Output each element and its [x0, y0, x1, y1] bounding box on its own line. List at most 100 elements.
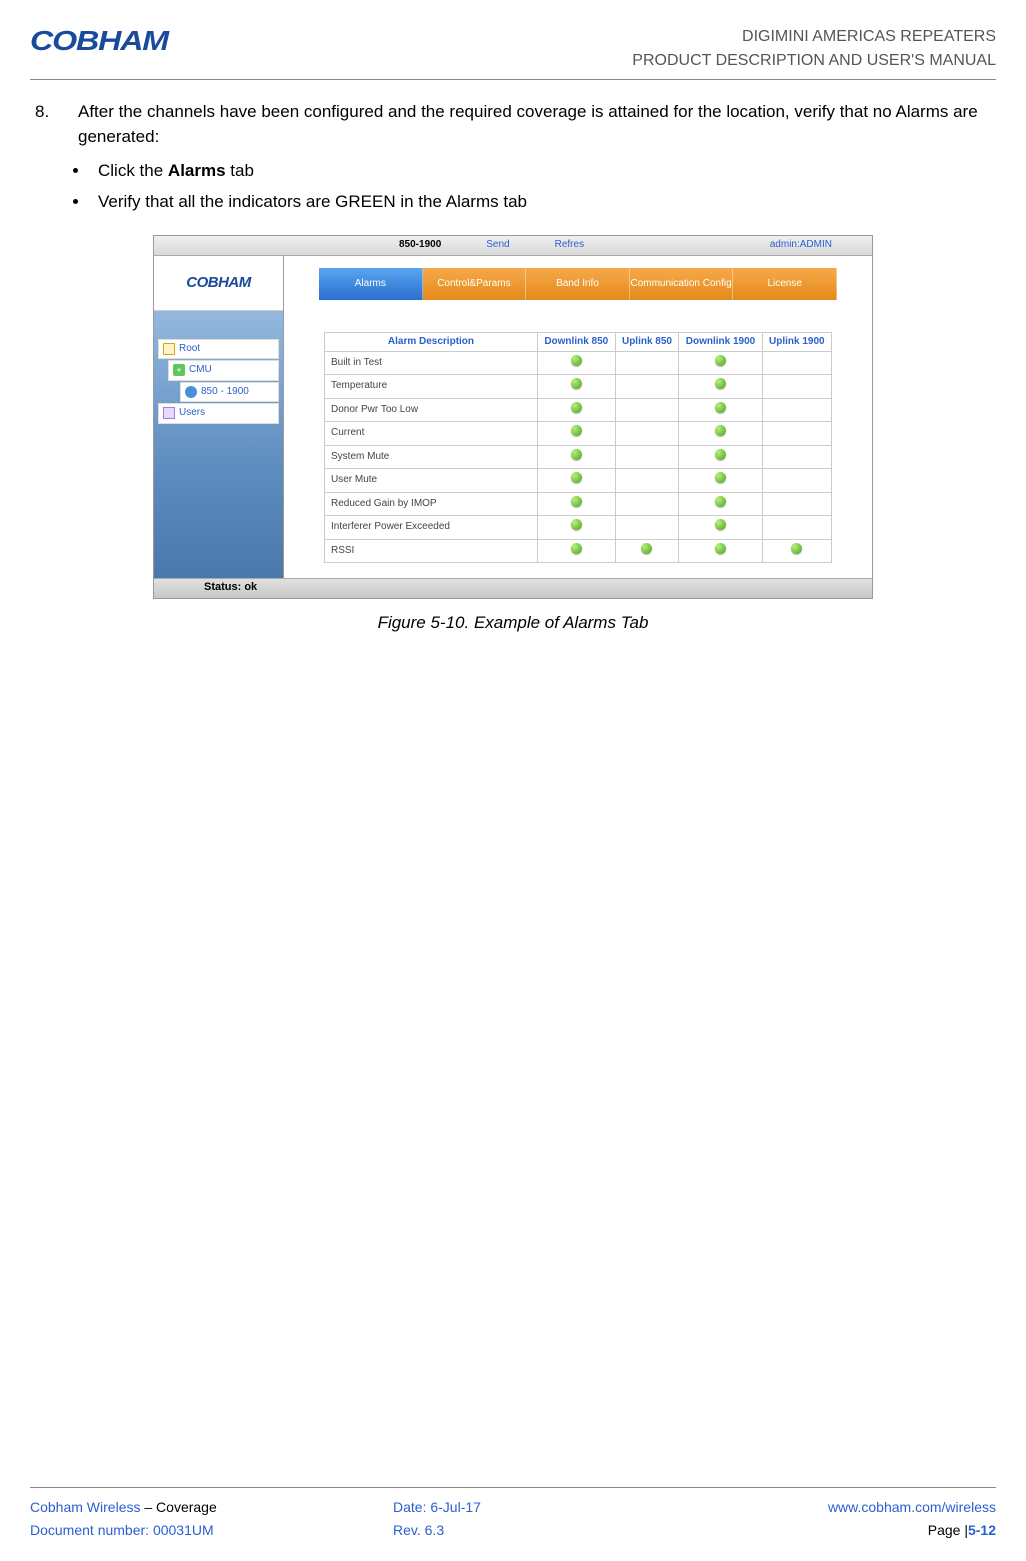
cell-ul850	[615, 398, 679, 422]
cell-ul1900	[762, 469, 831, 493]
cell-desc: RSSI	[325, 539, 538, 563]
tab-license[interactable]: License	[733, 268, 837, 300]
doc-title-1: DIGIMINI AMERICAS REPEATERS	[632, 25, 996, 49]
house-icon	[163, 343, 175, 355]
status-dot-icon	[715, 449, 726, 460]
cell-dl850	[537, 539, 615, 563]
th-desc: Alarm Description	[325, 332, 538, 351]
bullet-2: Verify that all the indicators are GREEN…	[90, 190, 991, 215]
cell-desc: System Mute	[325, 445, 538, 469]
tab-control-params[interactable]: Control&Params	[423, 268, 527, 300]
cell-desc: Reduced Gain by IMOP	[325, 492, 538, 516]
status-dot-icon	[571, 543, 582, 554]
cell-dl1900	[679, 539, 762, 563]
table-row: RSSI	[325, 539, 832, 563]
tree-root[interactable]: Root	[158, 339, 279, 360]
bullet-1-post: tab	[226, 161, 254, 180]
cell-dl850	[537, 422, 615, 446]
ss-device-name: 850-1900	[399, 238, 441, 253]
tab-band-info[interactable]: Band Info	[526, 268, 630, 300]
cell-ul850	[615, 492, 679, 516]
cell-ul1900	[762, 351, 831, 375]
tree-users[interactable]: Users	[158, 403, 279, 424]
footer-row-1: Cobham Wireless – Coverage Date: 6-Jul-1…	[30, 1496, 996, 1518]
status-dot-icon	[715, 543, 726, 554]
ss-body: COBHAM Root + CMU 850 - 1900	[154, 256, 872, 578]
tab-comm-config[interactable]: Communication Config	[630, 268, 734, 300]
cell-ul850	[615, 469, 679, 493]
table-header-row: Alarm Description Downlink 850 Uplink 85…	[325, 332, 832, 351]
status-dot-icon	[715, 402, 726, 413]
cell-dl1900	[679, 445, 762, 469]
figure-caption: Figure 5-10. Example of Alarms Tab	[35, 611, 991, 636]
doc-title-block: DIGIMINI AMERICAS REPEATERS PRODUCT DESC…	[632, 25, 996, 73]
cobham-logo: COBHAM	[30, 25, 168, 57]
tab-alarms[interactable]: Alarms	[319, 268, 423, 300]
body-content: 8. After the channels have been configur…	[30, 100, 996, 635]
header-divider	[30, 79, 996, 80]
cell-dl1900	[679, 492, 762, 516]
cell-desc: Temperature	[325, 375, 538, 399]
ss-send-link[interactable]: Send	[486, 238, 509, 253]
ss-sidebar: COBHAM Root + CMU 850 - 1900	[154, 256, 284, 578]
tree-cmu-label: CMU	[189, 363, 212, 378]
cell-dl850	[537, 351, 615, 375]
status-dot-icon	[641, 543, 652, 554]
cell-dl850	[537, 469, 615, 493]
page-header: COBHAM DIGIMINI AMERICAS REPEATERS PRODU…	[30, 25, 996, 73]
cell-ul850	[615, 539, 679, 563]
footer-page-number: 5-12	[968, 1522, 996, 1538]
footer-divider	[30, 1487, 996, 1488]
cell-dl850	[537, 375, 615, 399]
cell-dl1900	[679, 422, 762, 446]
cell-desc: Donor Pwr Too Low	[325, 398, 538, 422]
table-row: Reduced Gain by IMOP	[325, 492, 832, 516]
ss-status-bar: Status: ok	[154, 578, 872, 598]
th-dl850: Downlink 850	[537, 332, 615, 351]
screenshot-figure: 850-1900 Send Refres admin:ADMIN COBHAM …	[153, 235, 873, 599]
cell-ul850	[615, 445, 679, 469]
bullet-1: Click the Alarms tab	[90, 159, 991, 184]
footer-row-2: Document number: 00031UM Rev. 6.3 Page |…	[30, 1519, 996, 1541]
status-dot-icon	[571, 378, 582, 389]
footer-center-2: Rev. 6.3	[393, 1519, 633, 1541]
cell-desc: Interferer Power Exceeded	[325, 516, 538, 540]
plus-icon: +	[173, 364, 185, 376]
table-row: Interferer Power Exceeded	[325, 516, 832, 540]
page-footer: Cobham Wireless – Coverage Date: 6-Jul-1…	[30, 1487, 996, 1541]
status-dot-icon	[715, 472, 726, 483]
cell-dl1900	[679, 469, 762, 493]
status-dot-icon	[715, 378, 726, 389]
tree-band[interactable]: 850 - 1900	[180, 382, 279, 403]
footer-left-2: Document number: 00031UM	[30, 1519, 393, 1541]
cell-ul850	[615, 422, 679, 446]
ss-refresh-link[interactable]: Refres	[555, 238, 584, 253]
cell-ul1900	[762, 422, 831, 446]
status-dot-icon	[571, 355, 582, 366]
cell-dl1900	[679, 351, 762, 375]
cell-desc: Current	[325, 422, 538, 446]
bullet-1-pre: Click the	[98, 161, 168, 180]
footer-right-2: Page |5-12	[633, 1519, 996, 1541]
cell-dl850	[537, 445, 615, 469]
table-row: Temperature	[325, 375, 832, 399]
footer-page-label: Page |	[928, 1522, 968, 1538]
alarms-table: Alarm Description Downlink 850 Uplink 85…	[324, 332, 832, 564]
ss-table-wrap: Alarm Description Downlink 850 Uplink 85…	[284, 300, 872, 578]
footer-right-1: www.cobham.com/wireless	[633, 1496, 996, 1518]
cell-dl850	[537, 492, 615, 516]
step-8: 8. After the channels have been configur…	[35, 100, 991, 149]
status-dot-icon	[715, 496, 726, 507]
th-dl1900: Downlink 1900	[679, 332, 762, 351]
tree-cmu[interactable]: + CMU	[168, 360, 279, 381]
cell-ul1900	[762, 398, 831, 422]
cell-desc: Built in Test	[325, 351, 538, 375]
footer-coverage: – Coverage	[140, 1499, 216, 1515]
table-row: Built in Test	[325, 351, 832, 375]
status-dot-icon	[571, 496, 582, 507]
cell-dl850	[537, 398, 615, 422]
step-bullets: Click the Alarms tab Verify that all the…	[90, 159, 991, 214]
ss-tree: Root + CMU 850 - 1900 Users	[154, 311, 283, 424]
status-dot-icon	[571, 449, 582, 460]
th-ul850: Uplink 850	[615, 332, 679, 351]
